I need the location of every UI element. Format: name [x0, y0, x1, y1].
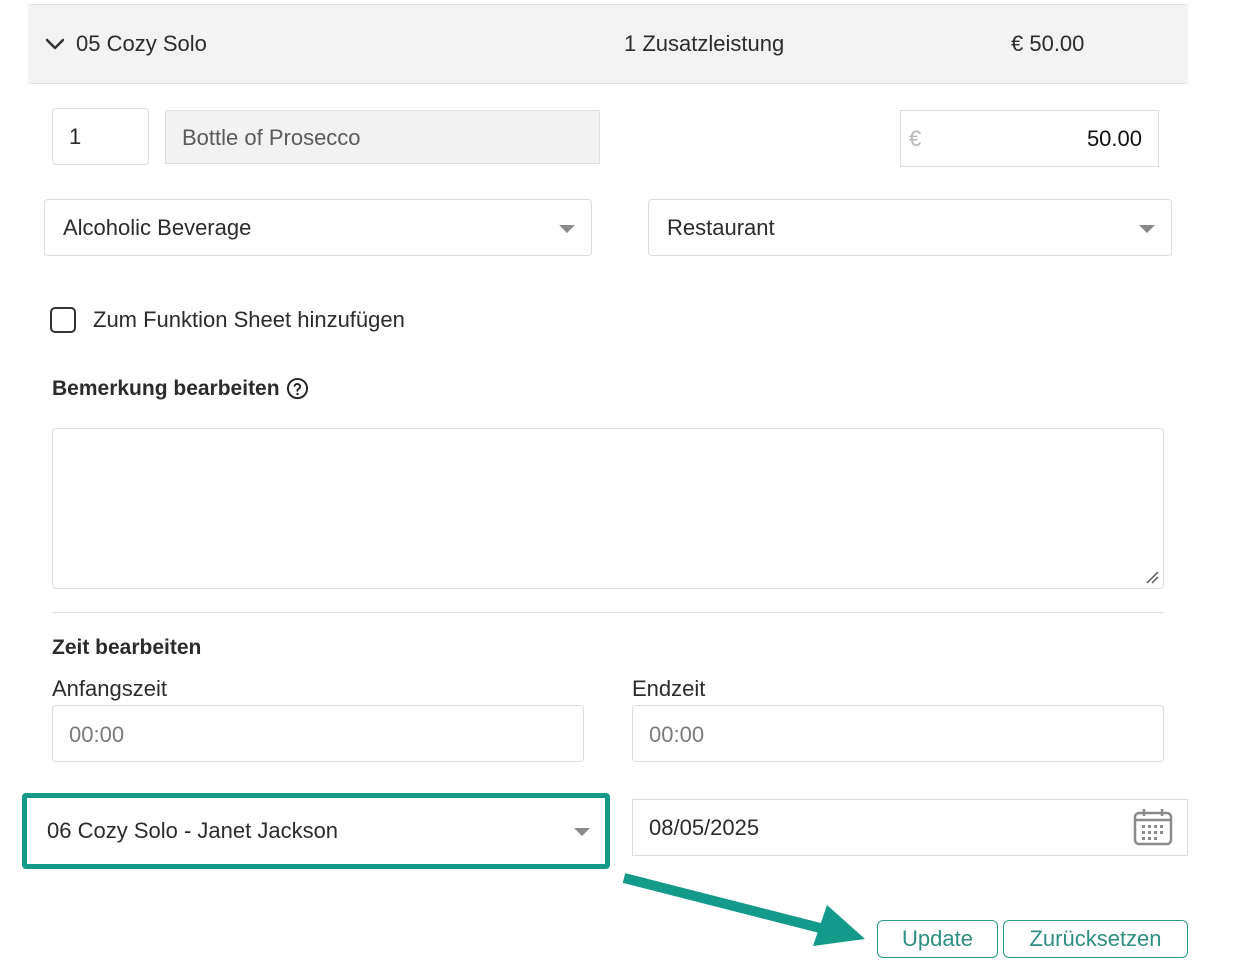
remark-heading: Bemerkung bearbeiten	[52, 377, 280, 400]
date-value: 08/05/2025	[649, 815, 760, 840]
divider	[52, 612, 1164, 613]
caret-down-icon	[1139, 225, 1155, 233]
category-select[interactable]: Alcoholic Beverage	[44, 199, 592, 256]
arrow-annotation	[622, 873, 865, 946]
end-time-input[interactable]: 00:00	[632, 705, 1164, 762]
currency-symbol: €	[909, 126, 922, 151]
update-button[interactable]: Update	[877, 920, 998, 958]
group-count: 1 Zusatzleistung	[624, 31, 785, 56]
group-total: € 50.00	[1011, 31, 1085, 56]
function-sheet-checkbox[interactable]	[50, 307, 76, 333]
outlet-value: Restaurant	[667, 215, 775, 240]
help-circle-icon[interactable]	[286, 377, 309, 400]
booking-select[interactable]: 06 Cozy Solo - Janet Jackson	[30, 801, 602, 859]
booking-value: 06 Cozy Solo - Janet Jackson	[47, 818, 339, 843]
group-title: 05 Cozy Solo	[76, 31, 207, 56]
item-name-value: Bottle of Prosecco	[182, 125, 361, 150]
function-sheet-label[interactable]: Zum Funktion Sheet hinzufügen	[93, 307, 405, 333]
end-time-label: Endzeit	[632, 676, 706, 701]
end-time-placeholder: 00:00	[649, 722, 705, 747]
calendar-icon[interactable]	[1133, 808, 1173, 846]
start-time-placeholder: 00:00	[69, 722, 125, 747]
start-time-input[interactable]: 00:00	[52, 705, 584, 762]
category-value: Alcoholic Beverage	[63, 215, 252, 240]
resize-grip-icon[interactable]	[1145, 570, 1159, 584]
caret-down-icon	[559, 225, 575, 233]
price-input[interactable]: € 50.00	[900, 110, 1159, 167]
time-heading: Zeit bearbeiten	[52, 636, 202, 659]
item-name-field: Bottle of Prosecco	[165, 110, 600, 164]
start-time-label: Anfangszeit	[52, 676, 167, 701]
remark-textarea[interactable]	[52, 428, 1164, 589]
quantity-value: 1	[69, 124, 82, 149]
chevron-down-icon[interactable]	[44, 33, 66, 55]
date-input[interactable]: 08/05/2025	[632, 799, 1188, 856]
outlet-select[interactable]: Restaurant	[648, 199, 1172, 256]
price-value: 50.00	[1086, 126, 1142, 151]
caret-down-icon	[574, 828, 590, 836]
reset-button[interactable]: Zurücksetzen	[1003, 920, 1188, 958]
quantity-input[interactable]: 1	[52, 108, 149, 165]
